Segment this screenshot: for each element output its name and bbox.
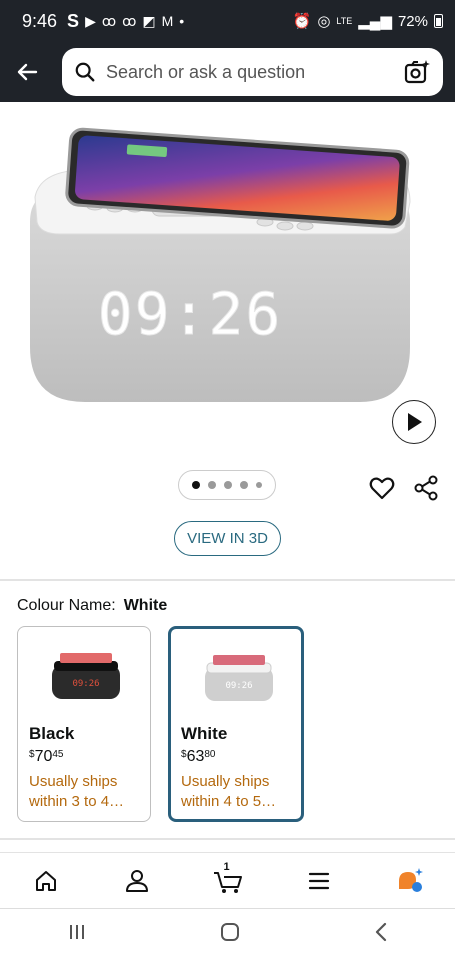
- home-icon: [35, 870, 56, 891]
- colour-option-black[interactable]: 09:26 Black $7045 Usually ships within 3…: [17, 626, 151, 822]
- menu-icon: [308, 872, 329, 889]
- account-icon: [125, 869, 148, 892]
- search-header: [0, 42, 455, 102]
- arrow-left-icon: [17, 63, 38, 81]
- more-notifications-icon: •: [179, 13, 185, 29]
- share-button[interactable]: [412, 474, 440, 502]
- option-shipping: Usually ships within 3 to 4…: [29, 773, 125, 810]
- section-divider: [0, 579, 455, 581]
- gmail-icon: M: [161, 13, 174, 29]
- notification-icons: S ▶ ꝏ ꝏ ◩ M •: [67, 11, 184, 32]
- voicemail-icon: ꝏ: [101, 12, 117, 29]
- pager-dot[interactable]: [192, 481, 200, 489]
- clock-radio-image: 09:26: [30, 127, 411, 402]
- image-pager[interactable]: [178, 470, 276, 500]
- view-in-3d-button[interactable]: VIEW IN 3D: [174, 521, 281, 556]
- option-name: Black: [29, 724, 75, 743]
- clock-display-text: 09:26: [98, 280, 283, 348]
- option-price: $7045: [29, 748, 64, 765]
- lte-label: LTE: [336, 16, 353, 26]
- system-icons: ⏰ ◎ LTE ▂▄▆ 72%: [293, 12, 443, 30]
- colour-option-white[interactable]: 09:26 White $6380 Usually ships within 4…: [168, 626, 304, 822]
- search-icon: [75, 62, 95, 82]
- nav-menu[interactable]: [297, 859, 341, 903]
- black-variant-thumbnail: 09:26: [52, 653, 120, 699]
- search-input[interactable]: [106, 61, 403, 83]
- colour-label-text: Colour Name:: [17, 597, 116, 614]
- home-circle-icon: [220, 923, 239, 941]
- youtube-icon: ▶: [85, 12, 96, 29]
- pager-dot[interactable]: [240, 481, 248, 489]
- alarm-icon: ⏰: [292, 13, 312, 30]
- white-variant-thumbnail: 09:26: [205, 655, 273, 701]
- svg-text:09:26: 09:26: [225, 681, 252, 691]
- heart-icon: [369, 477, 395, 500]
- voicemail-icon-2: ꝏ: [122, 12, 137, 29]
- wifi-calling-icon: ◎: [317, 13, 331, 30]
- s-app-icon: S: [67, 10, 80, 31]
- system-navigation-bar: [0, 908, 455, 960]
- product-image[interactable]: 09:26: [0, 102, 455, 457]
- status-bar: 9:46 S ▶ ꝏ ꝏ ◩ M • ⏰ ◎ LTE ▂▄▆ 72%: [0, 0, 455, 42]
- nav-assistant[interactable]: [388, 859, 432, 903]
- signal-icon: ▂▄▆: [358, 13, 392, 30]
- nav-account[interactable]: [115, 859, 159, 903]
- battery-icon: [434, 14, 443, 28]
- camera-search-icon[interactable]: [403, 58, 431, 86]
- share-icon: [414, 475, 438, 501]
- battery-percent: 72%: [397, 12, 428, 30]
- back-system-button[interactable]: [373, 922, 389, 947]
- cart-count-badge: 1: [223, 860, 230, 873]
- play-video-button[interactable]: [392, 400, 436, 444]
- bottom-navigation: 1: [0, 852, 455, 908]
- wishlist-button[interactable]: [368, 474, 396, 502]
- status-time: 9:46: [22, 10, 58, 31]
- home-system-button[interactable]: [220, 922, 240, 947]
- search-box[interactable]: [62, 48, 443, 96]
- recent-apps-icon: [69, 925, 84, 939]
- pager-dot[interactable]: [224, 481, 232, 489]
- pager-dot[interactable]: [256, 482, 262, 488]
- play-icon: [408, 413, 422, 431]
- chevron-left-icon: [375, 922, 386, 942]
- nav-home[interactable]: [24, 859, 68, 903]
- messenger-icon: ◩: [142, 12, 156, 29]
- section-divider: [0, 838, 455, 840]
- recent-apps-button[interactable]: [67, 923, 87, 946]
- colour-name-label: Colour Name: White: [17, 597, 167, 615]
- pager-dot[interactable]: [208, 481, 216, 489]
- option-price: $6380: [181, 748, 216, 765]
- option-name: White: [181, 724, 228, 743]
- svg-text:09:26: 09:26: [72, 679, 99, 689]
- assistant-icon: [398, 867, 423, 892]
- colour-selected-value: White: [123, 597, 168, 614]
- option-shipping: Usually ships within 4 to 5…: [181, 773, 277, 810]
- nav-cart[interactable]: 1: [206, 859, 250, 903]
- back-button[interactable]: [12, 57, 42, 87]
